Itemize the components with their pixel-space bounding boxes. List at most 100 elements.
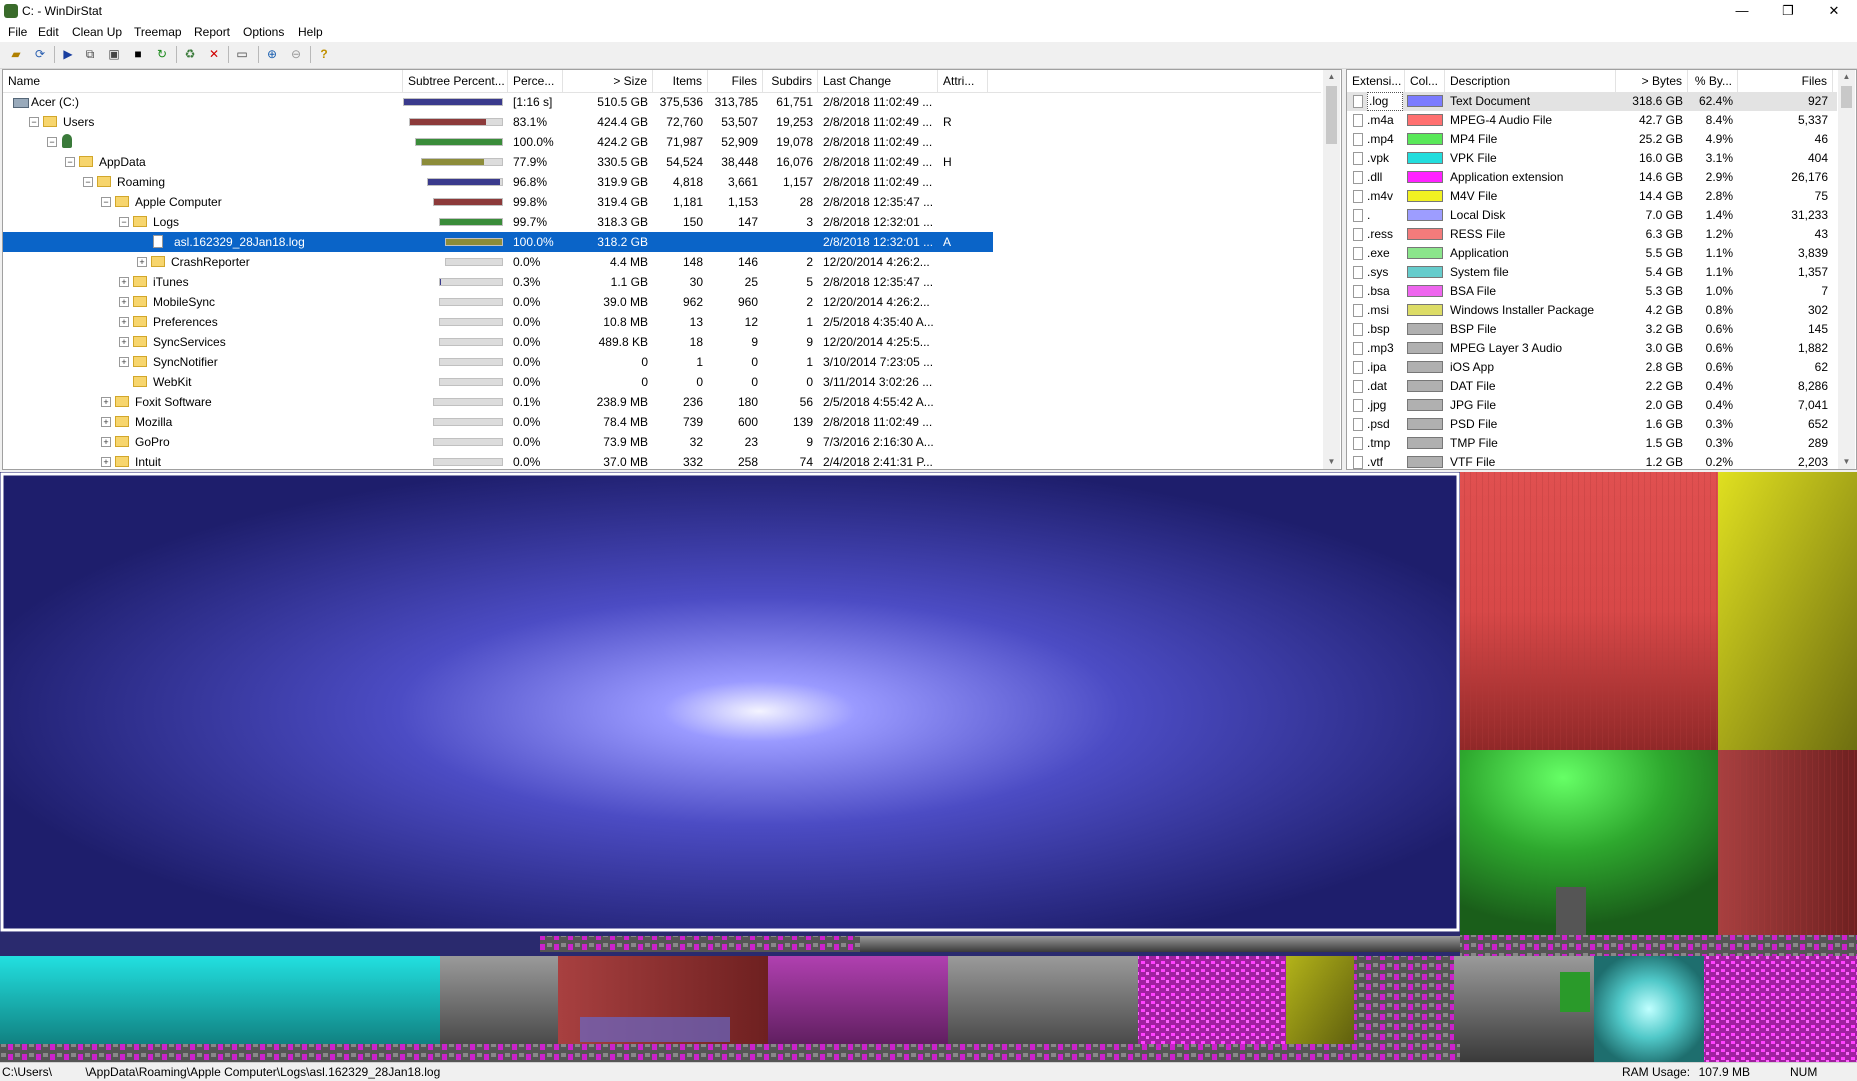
extension-row[interactable]: .mp3 MPEG Layer 3 Audio 3.0 GB 0.6% 1,882 [1347,339,1837,358]
extension-row[interactable]: .msi Windows Installer Package 4.2 GB 0.8% 3… [1347,301,1837,320]
expand-icon[interactable]: + [137,257,147,267]
extension-row[interactable]: .vtf VTF File 1.2 GB 0.2% 2,203 [1347,453,1837,469]
tree-row[interactable]: + CrashReporter 0.0% 4.4 MB 148 146 2 12/20/201… [3,252,993,272]
tree-row[interactable]: + Intuit 0.0% 37.0 MB 332 258 74 2/4/2018 2:41:… [3,452,993,469]
minimize-button[interactable]: — [1719,0,1765,22]
menu-help[interactable]: Help [298,25,323,39]
expand-icon[interactable]: + [101,417,111,427]
extension-row[interactable]: .bsa BSA File 5.3 GB 1.0% 7 [1347,282,1837,301]
column-color[interactable]: Col... [1405,70,1445,92]
extension-row[interactable]: .mp4 MP4 File 25.2 GB 4.9% 46 [1347,130,1837,149]
treemap-tile-green-small[interactable] [1560,972,1590,1012]
command-prompt-icon[interactable]: ■ [130,46,146,62]
menu-options[interactable]: Options [243,25,284,39]
maximize-button[interactable]: ❐ [1765,0,1811,22]
extension-row[interactable]: .psd PSD File 1.6 GB 0.3% 652 [1347,415,1837,434]
expand-icon[interactable]: + [101,397,111,407]
collapse-icon[interactable]: − [83,177,93,187]
expand-icon[interactable]: + [119,337,129,347]
tree-row[interactable]: − AppData 77.9% 330.5 GB 54,524 38,448 16,076 2… [3,152,993,172]
expand-icon[interactable]: + [101,457,111,467]
extension-row[interactable]: .m4v M4V File 14.4 GB 2.8% 75 [1347,187,1837,206]
column-attributes[interactable]: Attri... [938,70,988,92]
expand-icon[interactable]: + [119,297,129,307]
expand-icon[interactable]: + [119,357,129,367]
menu-edit[interactable]: Edit [38,25,59,39]
scroll-thumb[interactable] [1841,86,1852,108]
extension-row[interactable]: .tmp TMP File 1.5 GB 0.3% 289 [1347,434,1837,453]
extension-row[interactable]: .log Text Document 318.6 GB 62.4% 927 [1347,92,1837,111]
copy-path-icon[interactable]: ⧉ [82,46,98,62]
column-subtree-percent[interactable]: Subtree Percent... [403,70,508,92]
tree-row[interactable]: + Mozilla 0.0% 78.4 MB 739 600 139 2/8/2018 11:… [3,412,993,432]
treemap-tile-m4v[interactable] [1718,472,1857,750]
extension-row[interactable]: .bsp BSP File 3.2 GB 0.6% 145 [1347,320,1837,339]
extension-row[interactable]: .jpg JPG File 2.0 GB 0.4% 7,041 [1347,396,1837,415]
tree-row[interactable]: + Foxit Software 0.1% 238.9 MB 236 180 56 2/5/2… [3,392,993,412]
extension-row[interactable]: .ipa iOS App 2.8 GB 0.6% 62 [1347,358,1837,377]
ext-scrollbar[interactable]: ▲ ▼ [1838,70,1855,469]
extension-row[interactable]: .exe Application 5.5 GB 1.1% 3,839 [1347,244,1837,263]
expand-icon[interactable]: + [101,437,111,447]
collapse-icon[interactable]: − [101,197,111,207]
tree-row[interactable]: + GoPro 0.0% 73.9 MB 32 23 9 7/3/2016 2:16:30 A… [3,432,993,452]
collapse-icon[interactable]: − [65,157,75,167]
tree-row[interactable]: + SyncServices 0.0% 489.8 KB 18 9 9 12/20/2014 … [3,332,993,352]
tree-row[interactable]: − Apple Computer 99.8% 319.4 GB 1,181 1,153 28… [3,192,993,212]
zoom-out-icon[interactable]: ⊖ [288,46,304,62]
treemap-strip-mixed[interactable] [540,936,860,952]
tree-row[interactable]: + MobileSync 0.0% 39.0 MB 962 960 2 12/20/2014 … [3,292,993,312]
treemap-strip-bottom[interactable] [0,1044,1460,1062]
scroll-down-arrow[interactable]: ▼ [1323,455,1340,469]
tree-row[interactable]: Acer (C:) [1:16 s] 510.5 GB 375,536 313,785 6… [3,92,993,112]
column-extension[interactable]: Extensi... [1347,70,1405,92]
treemap-tile-log[interactable] [0,472,1460,932]
extension-row[interactable]: .m4a MPEG-4 Audio File 42.7 GB 8.4% 5,337 [1347,111,1837,130]
zoom-in-icon[interactable]: ⊕ [264,46,280,62]
extension-row[interactable]: .dat DAT File 2.2 GB 0.4% 8,286 [1347,377,1837,396]
scroll-up-arrow[interactable]: ▲ [1323,70,1340,84]
treemap-canvas[interactable] [0,472,1857,1062]
column-bytes[interactable]: > Bytes [1616,70,1688,92]
column-last-change[interactable]: Last Change [818,70,938,92]
extension-row[interactable]: .sys System file 5.4 GB 1.1% 1,357 [1347,263,1837,282]
tree-row[interactable]: − 100.0% 424.2 GB 71,987 52,909 19,078 2/8/201… [3,132,993,152]
tree-row[interactable]: asl.162329_28Jan18.log 100.0% 318.2 GB 2/8/… [3,232,993,252]
collapse-icon[interactable]: − [119,217,129,227]
scroll-up-arrow[interactable]: ▲ [1838,70,1855,84]
extension-row[interactable]: .dll Application extension 14.6 GB 2.9% 26,1… [1347,168,1837,187]
tree-row[interactable]: + Preferences 0.0% 10.8 MB 13 12 1 2/5/2018 4:3… [3,312,993,332]
column-files[interactable]: Files [708,70,763,92]
column-percent-bytes[interactable]: % By... [1688,70,1738,92]
treemap-tile-misc[interactable] [1556,887,1586,935]
column-description[interactable]: Description [1445,70,1616,92]
column-ext-files[interactable]: Files [1738,70,1833,92]
collapse-icon[interactable]: − [47,137,57,147]
column-subdirs[interactable]: Subdirs [763,70,818,92]
recycle-icon[interactable]: ♻ [182,46,198,62]
menu-clean-up[interactable]: Clean Up [72,25,122,39]
tree-row[interactable]: + iTunes 0.3% 1.1 GB 30 25 5 2/8/2018 12:35:47 … [3,272,993,292]
extension-row[interactable]: .ress RESS File 6.3 GB 1.2% 43 [1347,225,1837,244]
treemap-tile-mp4[interactable] [1460,750,1718,935]
expand-icon[interactable]: + [119,277,129,287]
help-icon[interactable]: ? [316,46,332,62]
scroll-down-arrow[interactable]: ▼ [1838,455,1855,469]
tree-row[interactable]: + SyncNotifier 0.0% 0 1 0 1 3/10/2014 7:23:05 .… [3,352,993,372]
open-drive-icon[interactable]: ▰ [8,46,24,62]
close-button[interactable]: ✕ [1811,0,1857,22]
tree-row[interactable]: − Users 83.1% 424.4 GB 72,760 53,507 19,253 2/8… [3,112,993,132]
column-name[interactable]: Name [3,70,403,92]
extension-row[interactable]: .vpk VPK File 16.0 GB 3.1% 404 [1347,149,1837,168]
treemap-tile-blue-small[interactable] [580,1017,730,1042]
menu-treemap[interactable]: Treemap [134,25,182,39]
explorer-icon[interactable]: ▣ [106,46,122,62]
properties-icon[interactable]: ▭ [234,46,250,62]
delete-icon[interactable]: ✕ [206,46,222,62]
scroll-thumb[interactable] [1326,86,1337,144]
treemap-strip-right[interactable] [1460,935,1857,956]
treemap-strip-gray[interactable] [860,936,1460,952]
column-size[interactable]: > Size [563,70,653,92]
treemap-tile-dll-2[interactable] [1704,956,1857,1062]
treemap[interactable] [0,472,1857,1062]
